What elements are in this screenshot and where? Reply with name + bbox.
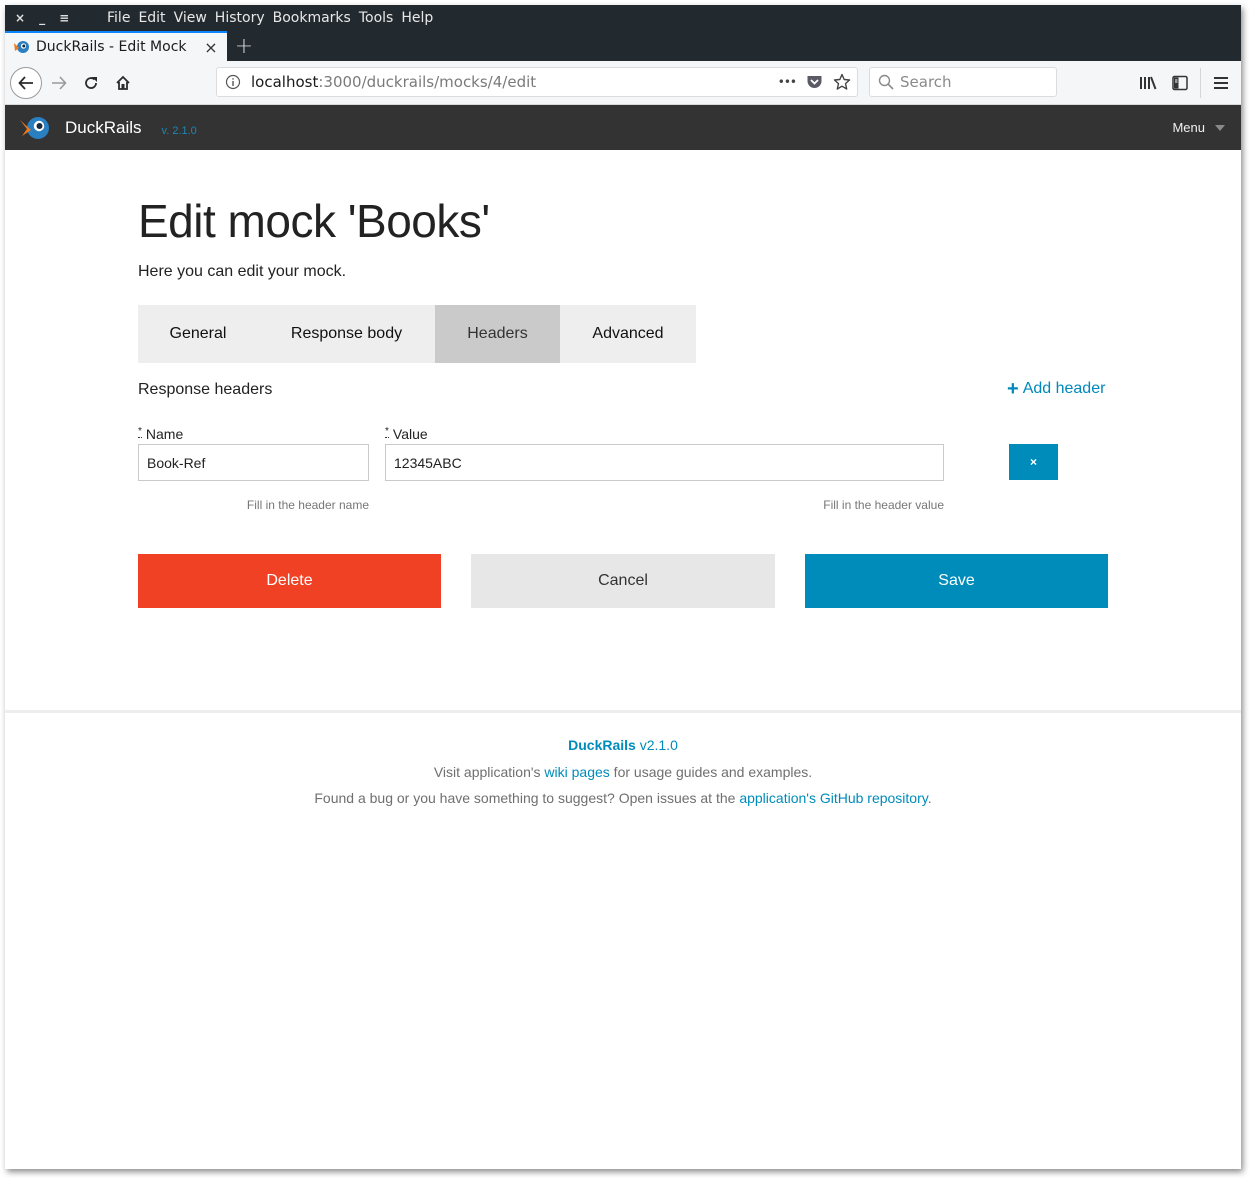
arrow-left-icon bbox=[18, 75, 33, 90]
app-menu-label: Menu bbox=[1172, 120, 1205, 135]
search-placeholder: Search bbox=[900, 73, 952, 91]
header-value-label: * Value bbox=[385, 426, 428, 442]
footer-github-suffix: . bbox=[927, 790, 932, 806]
header-name-label-text: Name bbox=[145, 426, 184, 442]
header-name-help: Fill in the header name bbox=[246, 498, 369, 512]
plus-icon: + bbox=[1007, 378, 1019, 400]
response-headers-label: Response headers bbox=[138, 381, 273, 398]
menu-tools[interactable]: Tools bbox=[355, 10, 398, 26]
main-content: Edit mock 'Books' Here you can edit your… bbox=[5, 150, 1241, 710]
menu-history[interactable]: History bbox=[211, 10, 269, 26]
footer-brand-link[interactable]: DuckRails bbox=[568, 737, 636, 753]
menu-edit[interactable]: Edit bbox=[134, 10, 169, 26]
url-host: localhost bbox=[251, 73, 319, 91]
footer: DuckRails v2.1.0 Visit application's wik… bbox=[5, 710, 1241, 1169]
tab-general[interactable]: General bbox=[138, 305, 258, 363]
mock-tabs: General Response body Headers Advanced bbox=[138, 305, 696, 363]
header-value-help: Fill in the header value bbox=[823, 498, 944, 512]
page-subtitle: Here you can edit your mock. bbox=[138, 263, 347, 280]
header-value-input[interactable] bbox=[385, 444, 944, 481]
window-close-button[interactable]: × bbox=[15, 11, 25, 25]
sidebar-button[interactable] bbox=[1164, 67, 1196, 99]
footer-wiki-line: Visit application's wiki pages for usage… bbox=[5, 764, 1241, 780]
duckrails-favicon-icon bbox=[14, 41, 29, 53]
url-actions: ••• bbox=[778, 68, 851, 96]
toolbar-separator bbox=[1200, 68, 1201, 98]
delete-button[interactable]: Delete bbox=[138, 554, 441, 608]
add-header-label: Add header bbox=[1022, 380, 1106, 397]
url-path: :3000/duckrails/mocks/4/edit bbox=[318, 73, 537, 91]
sidebar-icon bbox=[1172, 75, 1188, 91]
menu-file[interactable]: File bbox=[103, 10, 134, 26]
toolbar-right bbox=[1132, 61, 1241, 105]
duckrails-logo-icon[interactable] bbox=[19, 112, 51, 144]
menu-bookmarks[interactable]: Bookmarks bbox=[269, 10, 355, 26]
library-button[interactable] bbox=[1132, 67, 1164, 99]
window-controls: × _ ≡ bbox=[5, 11, 103, 25]
header-value-label-text: Value bbox=[392, 426, 428, 442]
forward-button[interactable] bbox=[44, 68, 74, 98]
search-bar[interactable]: Search bbox=[869, 67, 1057, 97]
page-title: Edit mock 'Books' bbox=[138, 195, 490, 247]
github-repository-link[interactable]: application's GitHub repository bbox=[739, 790, 927, 806]
search-icon bbox=[878, 74, 894, 90]
caret-down-icon bbox=[1215, 124, 1225, 131]
footer-brand-line: DuckRails v2.1.0 bbox=[5, 737, 1241, 753]
footer-version: v2.1.0 bbox=[639, 737, 678, 753]
header-name-label: * Name bbox=[138, 426, 183, 442]
home-button[interactable] bbox=[108, 68, 138, 98]
home-icon bbox=[116, 75, 130, 90]
url-bar[interactable]: localhost:3000/duckrails/mocks/4/edit ••… bbox=[216, 67, 858, 97]
app-version: v. 2.1.0 bbox=[161, 124, 197, 137]
required-marker: * bbox=[138, 426, 142, 438]
pocket-icon[interactable] bbox=[806, 74, 823, 90]
close-icon: × bbox=[1029, 455, 1037, 469]
cancel-button[interactable]: Cancel bbox=[471, 554, 775, 608]
menubar: × _ ≡ File Edit View History Bookmarks T… bbox=[5, 5, 1241, 31]
add-header-button[interactable]: + Add header bbox=[1007, 378, 1106, 400]
app-navbar: DuckRails v. 2.1.0 Menu bbox=[5, 105, 1241, 150]
back-button[interactable] bbox=[10, 66, 42, 99]
hamburger-icon bbox=[1214, 77, 1228, 89]
window-maximize-button[interactable]: ≡ bbox=[59, 11, 69, 25]
library-icon bbox=[1140, 76, 1157, 90]
info-icon[interactable] bbox=[225, 74, 241, 90]
required-marker: * bbox=[385, 426, 389, 438]
hamburger-menu-button[interactable] bbox=[1205, 67, 1237, 99]
menu-help[interactable]: Help bbox=[397, 10, 437, 26]
tab-strip: DuckRails - Edit Mock × + bbox=[5, 31, 1241, 61]
bookmark-star-icon[interactable] bbox=[833, 73, 851, 91]
tab-advanced[interactable]: Advanced bbox=[560, 305, 696, 363]
header-name-input[interactable] bbox=[138, 444, 369, 481]
app-menu-dropdown[interactable]: Menu bbox=[1172, 105, 1225, 150]
footer-wiki-suffix: for usage guides and examples. bbox=[609, 764, 813, 780]
reload-icon bbox=[85, 76, 97, 89]
window-minimize-button[interactable]: _ bbox=[39, 11, 45, 25]
arrow-right-icon bbox=[52, 75, 67, 90]
footer-github-prefix: Found a bug or you have something to sug… bbox=[314, 790, 740, 806]
remove-header-button[interactable]: × bbox=[1009, 444, 1058, 480]
wiki-pages-link[interactable]: wiki pages bbox=[544, 764, 609, 780]
app-name-link[interactable]: DuckRails bbox=[65, 118, 142, 138]
tab-close-icon[interactable]: × bbox=[199, 38, 223, 57]
reload-button[interactable] bbox=[76, 68, 106, 98]
save-button[interactable]: Save bbox=[805, 554, 1108, 608]
menu-view[interactable]: View bbox=[170, 10, 211, 26]
tab-title: DuckRails - Edit Mock bbox=[36, 39, 187, 55]
new-tab-button[interactable]: + bbox=[227, 31, 261, 61]
navigation-toolbar: localhost:3000/duckrails/mocks/4/edit ••… bbox=[5, 61, 1241, 105]
browser-tab[interactable]: DuckRails - Edit Mock × bbox=[5, 31, 227, 61]
tab-response-body[interactable]: Response body bbox=[258, 305, 435, 363]
page-actions-icon[interactable]: ••• bbox=[778, 75, 797, 89]
tab-headers[interactable]: Headers bbox=[435, 305, 560, 363]
footer-github-line: Found a bug or you have something to sug… bbox=[5, 790, 1241, 806]
browser-window: × _ ≡ File Edit View History Bookmarks T… bbox=[5, 5, 1241, 1169]
footer-wiki-prefix: Visit application's bbox=[433, 764, 545, 780]
